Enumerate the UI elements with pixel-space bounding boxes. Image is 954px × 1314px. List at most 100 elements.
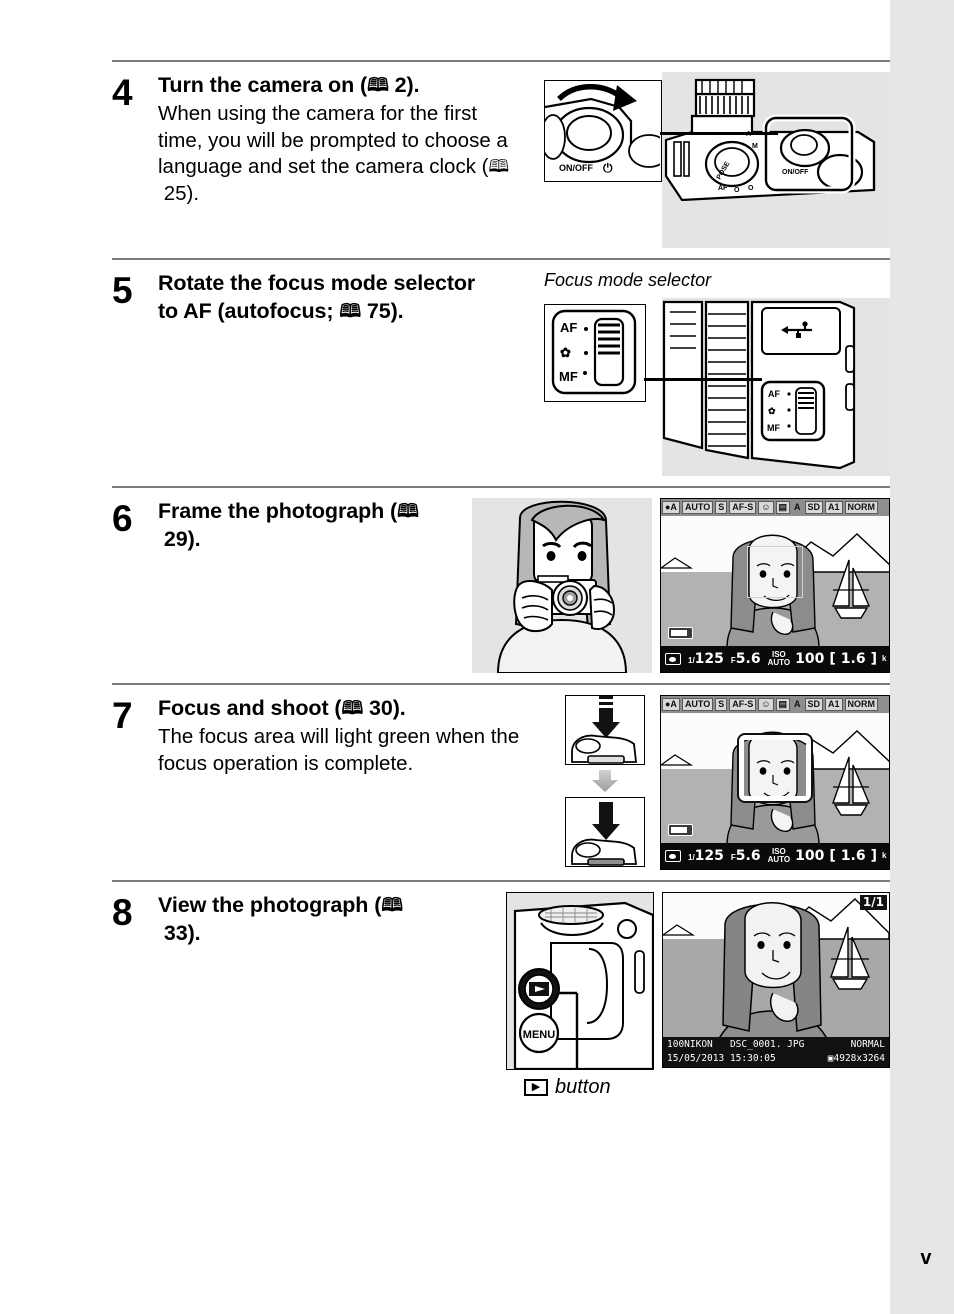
playback-datetime: 15/05/2013 15:30:05 — [667, 1053, 776, 1064]
iso-value: 100 — [795, 651, 825, 667]
metering-icon — [665, 653, 681, 665]
white-balance-auto-icon: A1 — [825, 501, 843, 514]
power-switch-callout: ON/OFF ⏻ — [544, 80, 662, 182]
svg-text:MF: MF — [767, 423, 780, 433]
live-view-screen-focused: ●A AUTO S AF-S ☺ ▤ A SD A1 NORM 1/125 F5… — [660, 695, 890, 870]
step-6-number: 6 — [112, 498, 133, 539]
af-area-mode-icon: ▤ — [775, 698, 791, 711]
af-area-mode-icon: ▤ — [775, 501, 791, 514]
full-press-illustration — [565, 797, 645, 867]
svg-text:✿: ✿ — [560, 345, 571, 360]
svg-text:AF: AF — [768, 389, 780, 399]
svg-text:O: O — [748, 185, 754, 192]
memory-card-sd-icon: SD — [804, 501, 824, 514]
flash-auto-icon: AUTO — [681, 501, 714, 514]
camera-back-illustration: MENU — [506, 892, 654, 1070]
metering-icon — [665, 850, 681, 862]
svg-text:M: M — [752, 143, 758, 150]
playback-folder-file: 100NIKON DSC_0001. JPG — [667, 1039, 805, 1050]
step-8-number: 8 — [112, 892, 133, 933]
camera-side-illustration: AF ✿ MF — [662, 298, 890, 476]
step-5-figure: AF ✿ MF AF ✿ MF — [544, 298, 890, 476]
playback-button-label: ▶ button — [524, 1076, 654, 1099]
svg-text:ON/OFF: ON/OFF — [782, 169, 809, 176]
live-view-shooting-info: 1/125 F5.6 ISO AUTO 100 [ 1.6 ] k — [661, 646, 889, 672]
callout-leader-line — [660, 132, 778, 135]
book-ref-icon: 🕮 — [488, 156, 510, 177]
live-view-status-bar: ●A AUTO S AF-S ☺ ▤ A SD A1 NORM — [661, 499, 889, 516]
step-4: 4 Turn the camera on (🕮 2). When using t… — [112, 62, 890, 258]
aperture: F5.6 — [730, 848, 761, 864]
sequence-arrow-icon — [591, 770, 619, 792]
live-view-scene — [661, 713, 889, 845]
step-4-heading: Turn the camera on (🕮 2). — [158, 73, 420, 97]
step-5: 5 Rotate the focus mode selector to AF (… — [112, 260, 890, 486]
focus-mode-af-s-icon: AF-S — [729, 698, 757, 711]
playback-screen: 1/1 100NIKON DSC_0001. JPG NORMAL 15/05/… — [662, 892, 890, 1068]
svg-text:✿: ✿ — [768, 406, 776, 416]
auto-mode-icon: ●A — [662, 501, 680, 514]
playback-info-overlay: 100NIKON DSC_0001. JPG NORMAL 15/05/2013… — [663, 1037, 889, 1067]
metering-auto-icon: A — [794, 699, 801, 709]
shots-remaining: 1.6 — [840, 651, 866, 667]
step-7-body: The focus area will light green when the… — [158, 724, 520, 775]
book-ref-icon: 🕮 — [341, 697, 364, 718]
iso-indicator: ISO AUTO — [767, 650, 791, 667]
focus-mode-selector-caption: Focus mode selector — [544, 270, 712, 290]
callout-leader-line — [644, 378, 762, 381]
image-quality-icon: NORM — [844, 501, 879, 514]
svg-text:AF: AF — [560, 320, 577, 335]
shots-close: ] — [870, 651, 877, 667]
photographer-illustration — [472, 498, 652, 673]
memory-card-sd-icon: SD — [804, 698, 824, 711]
frame-counter: 1/1 — [859, 895, 887, 910]
step-4-figure: ON/OFF AF O O M A POSE ON/OFF ⏻ — [544, 72, 890, 248]
manual-page: v 4 Turn the camera on (🕮 2). When using… — [0, 0, 954, 1314]
svg-text:⏻: ⏻ — [603, 161, 613, 175]
face-detection-icon: ☺ — [758, 698, 774, 711]
release-mode-single-icon: S — [715, 698, 728, 711]
live-view-scene — [661, 516, 889, 648]
flash-auto-icon: AUTO — [681, 698, 714, 711]
aperture: F5.6 — [730, 651, 761, 667]
shutter-speed: 1/125 — [688, 651, 724, 667]
image-quality-icon: NORM — [844, 698, 879, 711]
iso-value: 100 — [795, 848, 825, 864]
shots-unit: k — [882, 654, 887, 663]
focus-area-indicator-active — [737, 733, 813, 803]
playback-icon: ▶ — [524, 1079, 548, 1096]
live-view-screen-framing: ●A AUTO S AF-S ☺ ▤ A SD A1 NORM 1/125 F5… — [660, 498, 890, 673]
shutter-press-sequence — [562, 695, 648, 867]
step-8-heading: View the photograph (🕮 33). — [158, 893, 403, 945]
book-ref-icon: 🕮 — [381, 894, 403, 915]
face-detection-icon: ☺ — [758, 501, 774, 514]
step-7-heading: Focus and shoot (🕮 30). — [158, 696, 406, 720]
auto-mode-icon: ●A — [662, 698, 680, 711]
step-6: 6 Frame the photograph (🕮 29). ●A AUTO S… — [112, 488, 890, 683]
svg-text:MF: MF — [559, 369, 578, 384]
release-mode-single-icon: S — [715, 501, 728, 514]
shots-remaining: 1.6 — [840, 848, 866, 864]
step-7: 7 Focus and shoot (🕮 30). The focus area… — [112, 685, 890, 880]
svg-text:MENU: MENU — [523, 1029, 555, 1041]
focus-mode-selector-callout[interactable]: AF ✿ MF — [544, 304, 646, 402]
half-press-illustration — [565, 695, 645, 765]
page-content: 4 Turn the camera on (🕮 2). When using t… — [112, 0, 890, 1314]
shots-close: ] — [870, 848, 877, 864]
live-view-shooting-info: 1/125 F5.6 ISO AUTO 100 [ 1.6 ] k — [661, 843, 889, 869]
battery-icon — [668, 824, 693, 836]
svg-text:AF: AF — [718, 185, 728, 192]
metering-auto-icon: A — [794, 502, 801, 512]
playback-quality: NORMAL — [850, 1039, 885, 1050]
step-8: 8 View the photograph (🕮 33). MENU ▶ but… — [112, 882, 890, 1109]
white-balance-auto-icon: A1 — [825, 698, 843, 711]
step-6-heading: Frame the photograph (🕮 29). — [158, 499, 419, 551]
iso-indicator: ISO AUTO — [767, 847, 791, 864]
svg-text:ON/OFF: ON/OFF — [559, 163, 593, 173]
step-4-body: When using the camera for the first time… — [158, 101, 510, 205]
live-view-status-bar: ●A AUTO S AF-S ☺ ▤ A SD A1 NORM — [661, 696, 889, 713]
book-ref-icon: 🕮 — [339, 299, 362, 321]
camera-top-illustration: ON/OFF AF O O M A POSE — [662, 72, 890, 248]
shots-unit: k — [882, 851, 887, 860]
shutter-speed: 1/125 — [688, 848, 724, 864]
